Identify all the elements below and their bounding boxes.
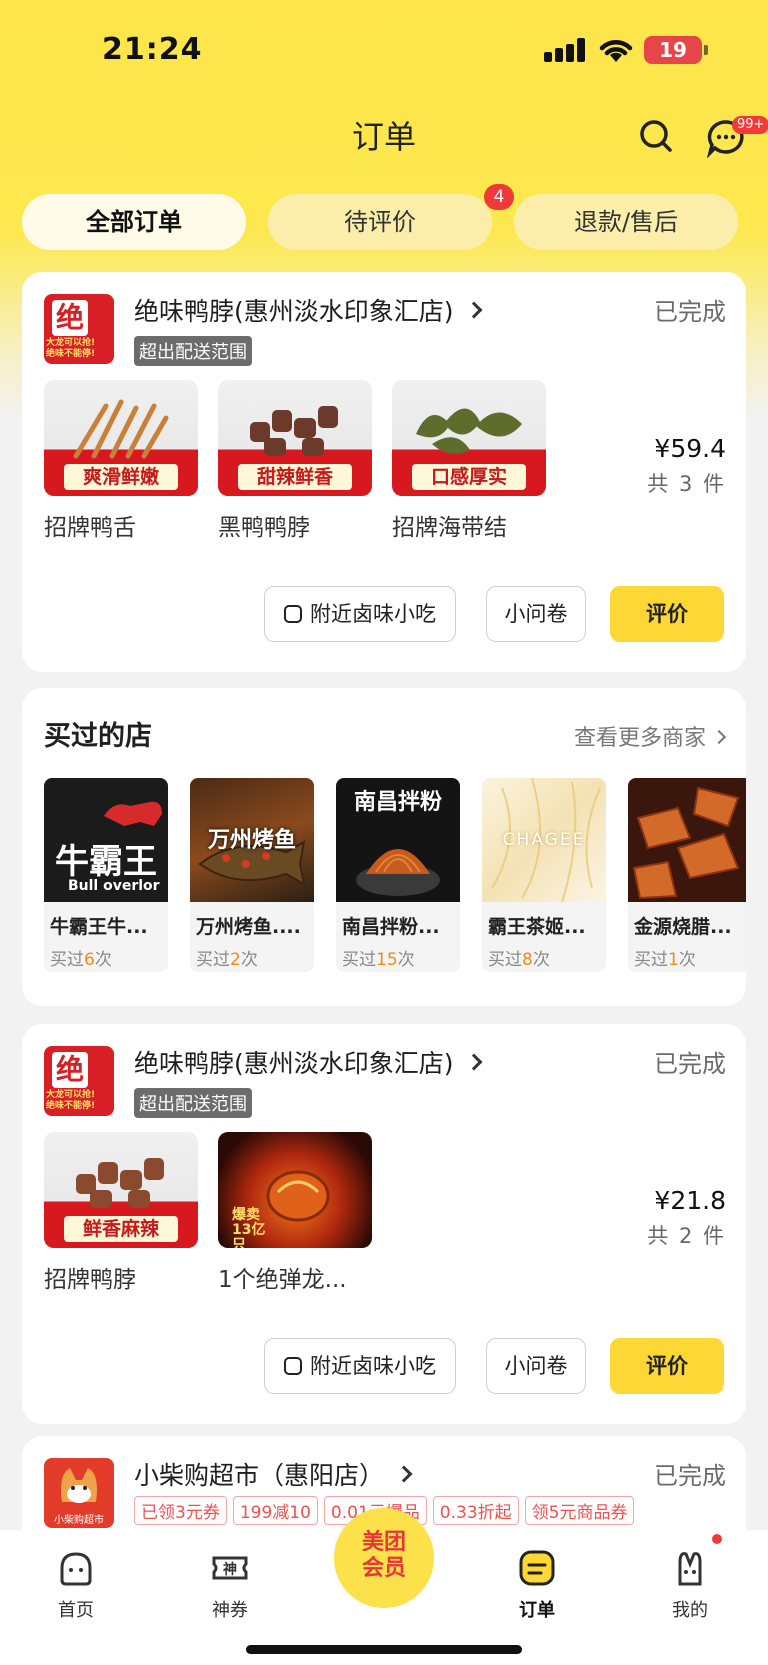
product-item[interactable]: 爽滑鲜嫩 招牌鸭舌 [44, 380, 198, 542]
shop-logo: 小柴购超市 [44, 1458, 114, 1528]
status-bar: 21:24 19 [0, 0, 768, 100]
tab-pending-review[interactable]: 待评价 [268, 194, 492, 250]
coupon-tag: 领5元商品券 [524, 1496, 635, 1525]
purchase-count: 买过8次 [488, 950, 550, 970]
delivery-range-tag: 超出配送范围 [134, 336, 252, 366]
coupon-icon: 神 [212, 1556, 248, 1580]
product-image: 鲜香麻辣 [44, 1132, 198, 1248]
order-status: 已完成 [654, 1050, 726, 1078]
review-button[interactable]: 评价 [610, 586, 724, 642]
shop-tile-name: 金源烧腊... [634, 916, 732, 938]
shop-logo: 绝 大龙可以抢! 绝味不能停! [44, 294, 114, 364]
nav-home[interactable]: 首页 [26, 1548, 126, 1622]
purchase-count: 买过6次 [50, 950, 112, 970]
chevron-right-icon [465, 1053, 483, 1071]
nav-orders[interactable]: 订单 [487, 1548, 587, 1622]
profile-icon [678, 1552, 702, 1586]
order-price: ¥59.4 [654, 434, 726, 463]
tab-all-orders[interactable]: 全部订单 [22, 194, 246, 250]
shop-tile-name: 万州烤鱼.... [196, 916, 301, 938]
chevron-right-icon [395, 1465, 413, 1483]
pending-review-badge: 4 [484, 184, 514, 210]
product-image: 爽滑鲜嫩 [44, 380, 198, 496]
meituan-member-button[interactable]: 美团 会员 [334, 1508, 434, 1608]
section-title: 买过的店 [44, 721, 152, 752]
chevron-right-icon [465, 301, 483, 319]
nav-coupons[interactable]: 神 神券 [180, 1548, 280, 1622]
coupon-tag: 已领3元券 [134, 1496, 227, 1525]
shop-tile-name: 霸王茶姬... [488, 916, 586, 938]
order-tabs: 全部订单 待评价 4 退款/售后 [22, 184, 740, 250]
shop-image: 牛霸王 Bull overlor [44, 778, 168, 902]
coupon-tag: 199减10 [232, 1496, 318, 1525]
shop-name[interactable]: 小柴购超市（惠阳店） [134, 1456, 413, 1492]
notification-dot [712, 1534, 722, 1544]
shop-tile[interactable]: 南昌拌粉 南昌拌粉... 买过15次 [336, 778, 460, 972]
product-item[interactable]: 口感厚实 招牌海带结 [392, 380, 546, 542]
shop-name[interactable]: 绝味鸭脖(惠州淡水印象汇店) [134, 1044, 483, 1080]
nearby-snacks-button[interactable]: 附近卤味小吃 [264, 1338, 456, 1394]
signal-icon [544, 38, 588, 62]
shop-tile-name: 牛霸王牛... [50, 916, 148, 938]
product-image: 口感厚实 [392, 380, 546, 496]
store-icon [284, 605, 302, 623]
order-status: 已完成 [654, 298, 726, 326]
shop-name[interactable]: 绝味鸭脖(惠州淡水印象汇店) [134, 292, 483, 328]
tab-refund[interactable]: 退款/售后 [514, 194, 738, 250]
bought-shops-section: 买过的店 查看更多商家 牛霸王 Bull overlor 牛霸王牛... 买过6… [22, 688, 746, 1006]
review-button[interactable]: 评价 [610, 1338, 724, 1394]
product-name: 1个绝弹龙... [218, 1267, 347, 1293]
nearby-snacks-button[interactable]: 附近卤味小吃 [264, 586, 456, 642]
status-time: 21:24 [102, 32, 203, 67]
shop-image [628, 778, 746, 902]
order-status: 已完成 [654, 1462, 726, 1490]
svg-text:神: 神 [223, 1561, 237, 1578]
shop-tile-name: 南昌拌粉... [342, 916, 440, 938]
order-price: ¥21.8 [654, 1186, 726, 1215]
order-card[interactable]: 绝 大龙可以抢! 绝味不能停! 绝味鸭脖(惠州淡水印象汇店) 超出配送范围 已完… [22, 272, 746, 672]
order-quantity: 共 2 件 [647, 1224, 726, 1248]
home-icon [60, 1552, 92, 1586]
purchase-count: 买过15次 [342, 950, 415, 970]
store-icon [284, 1357, 302, 1375]
nav-profile[interactable]: 我的 [640, 1548, 740, 1622]
message-badge: 99+ [732, 116, 768, 134]
product-name: 招牌海带结 [392, 515, 507, 541]
product-image: 甜辣鲜香 [218, 380, 372, 496]
order-icon [519, 1550, 555, 1586]
delivery-range-tag: 超出配送范围 [134, 1088, 252, 1118]
product-name: 招牌鸭舌 [44, 515, 136, 541]
purchase-count: 买过2次 [196, 950, 258, 970]
battery-icon: 19 [644, 36, 708, 64]
coupon-tag: 0.33折起 [432, 1496, 519, 1525]
wifi-icon [599, 40, 633, 62]
purchase-count: 买过1次 [634, 950, 696, 970]
shop-tile[interactable]: 万州烤鱼 万州烤鱼.... 买过2次 [190, 778, 314, 972]
shop-logo: 绝 大龙可以抢! 绝味不能停! [44, 1046, 114, 1116]
shop-tile[interactable]: CHAGEE 霸王茶姬... 买过8次 [482, 778, 606, 972]
shop-image: 南昌拌粉 [336, 778, 460, 902]
search-icon[interactable] [636, 116, 676, 156]
shop-image: CHAGEE [482, 778, 606, 902]
survey-button[interactable]: 小问卷 [486, 586, 586, 642]
view-more-shops-link[interactable]: 查看更多商家 [574, 720, 727, 752]
product-item[interactable]: 甜辣鲜香 黑鸭鸭脖 [218, 380, 372, 542]
shop-tile[interactable]: 牛霸王 Bull overlor 牛霸王牛... 买过6次 [44, 778, 168, 972]
product-item[interactable]: 爆卖13亿只 1个绝弹龙... [218, 1132, 372, 1294]
shop-tile[interactable]: 金源烧腊... 买过1次 [628, 778, 746, 972]
survey-button[interactable]: 小问卷 [486, 1338, 586, 1394]
order-card[interactable]: 绝 大龙可以抢! 绝味不能停! 绝味鸭脖(惠州淡水印象汇店) 超出配送范围 已完… [22, 1024, 746, 1424]
chevron-right-icon [711, 729, 727, 745]
shop-image: 万州烤鱼 [190, 778, 314, 902]
product-image: 爆卖13亿只 [218, 1132, 372, 1248]
home-indicator [246, 1645, 522, 1654]
product-item[interactable]: 鲜香麻辣 招牌鸭脖 [44, 1132, 198, 1294]
order-quantity: 共 3 件 [647, 472, 726, 496]
product-name: 招牌鸭脖 [44, 1267, 136, 1293]
product-name: 黑鸭鸭脖 [218, 515, 310, 541]
